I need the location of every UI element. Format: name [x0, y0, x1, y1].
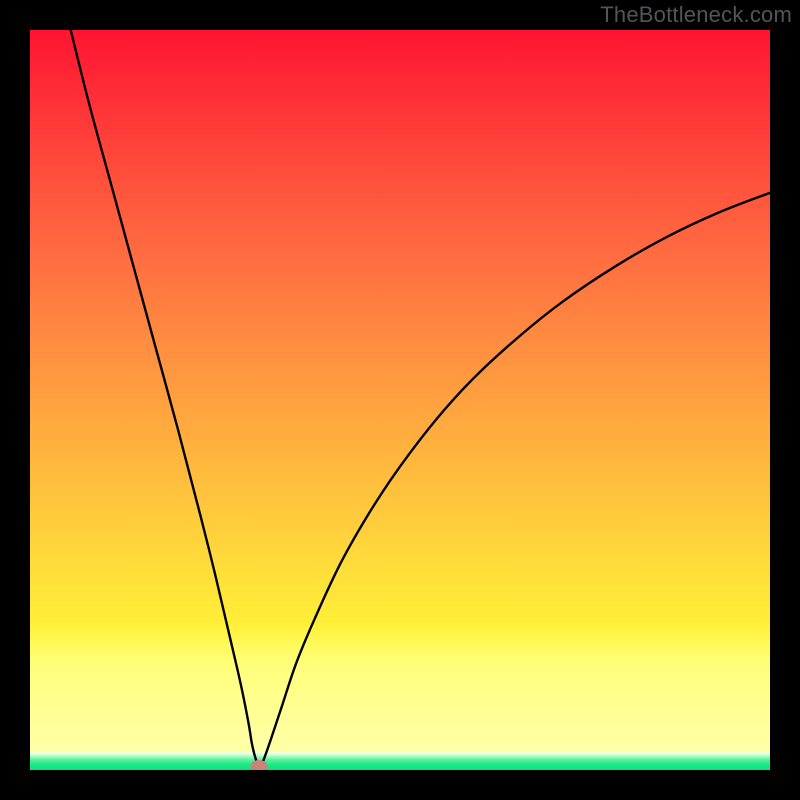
- optimum-marker: [251, 760, 268, 770]
- bottleneck-curve-path: [71, 30, 770, 768]
- curve-svg: [30, 30, 770, 770]
- chart-frame: TheBottleneck.com: [0, 0, 800, 800]
- plot-area: [30, 30, 770, 770]
- watermark-text: TheBottleneck.com: [600, 2, 792, 28]
